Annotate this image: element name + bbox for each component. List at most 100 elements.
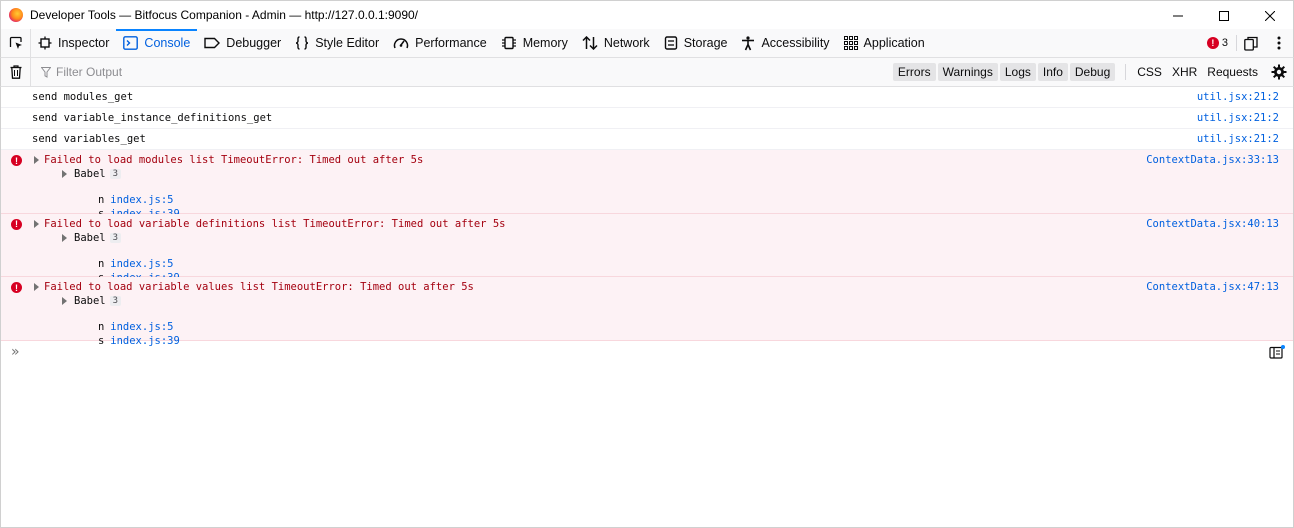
tab-storage[interactable]: Storage	[657, 29, 735, 57]
frame-group-name: Babel	[74, 295, 106, 307]
message-text: Failed to load modules list TimeoutError…	[44, 154, 424, 166]
style-editor-icon	[296, 36, 309, 50]
filter-requests-button[interactable]: Requests	[1202, 63, 1263, 81]
filter-errors-button[interactable]: Errors	[892, 63, 936, 81]
performance-icon	[393, 38, 409, 49]
kebab-menu-icon	[1277, 36, 1281, 50]
tab-performance[interactable]: Performance	[386, 29, 494, 57]
expand-arrow-icon[interactable]	[34, 219, 39, 228]
expand-arrow-icon	[62, 170, 67, 178]
error-message: ! Failed to load variable definitions li…	[1, 213, 1293, 284]
inspector-icon	[38, 36, 52, 50]
debugger-icon	[204, 37, 221, 49]
network-icon	[582, 36, 598, 50]
toolbox-tabbar: Inspector Console Debugger Style Editor …	[0, 29, 1294, 58]
window-titlebar: Developer Tools — Bitfocus Companion - A…	[0, 0, 1294, 29]
message-location-link[interactable]: util.jsx:21:2	[1197, 133, 1279, 145]
window-title: Developer Tools — Bitfocus Companion - A…	[30, 8, 418, 22]
frame-group-name: Babel	[74, 168, 106, 180]
error-count: 3	[1221, 37, 1228, 49]
element-picker-button[interactable]	[1, 29, 31, 57]
tab-application[interactable]: Application	[837, 29, 932, 57]
filter-warnings-button[interactable]: Warnings	[937, 63, 998, 81]
filter-info-button[interactable]: Info	[1037, 63, 1068, 81]
editor-mode-toggle-icon[interactable]	[1269, 345, 1285, 359]
maximize-button[interactable]	[1201, 1, 1247, 30]
separate-window-icon	[1244, 36, 1258, 51]
console-output: send modules_get util.jsx:21:2 send vari…	[0, 87, 1294, 347]
console-input-row[interactable]: »	[0, 341, 1294, 365]
message-location-link[interactable]: util.jsx:21:2	[1197, 112, 1279, 124]
error-icon: !	[11, 155, 22, 166]
filter-xhr-button[interactable]: XHR	[1167, 63, 1202, 81]
element-picker-icon	[9, 36, 22, 49]
message-text: send modules_get	[32, 91, 134, 103]
frame-count-badge: 3	[109, 296, 122, 306]
tab-accessibility[interactable]: Accessibility	[734, 29, 836, 57]
log-message: send variables_get util.jsx:21:2	[1, 129, 1293, 150]
minimize-button[interactable]	[1155, 1, 1201, 30]
divider	[1125, 64, 1127, 80]
message-text: Failed to load variable values list Time…	[44, 281, 474, 293]
filter-logs-button[interactable]: Logs	[999, 63, 1036, 81]
message-text: send variables_get	[32, 133, 146, 145]
message-location-link[interactable]: util.jsx:21:2	[1197, 91, 1279, 103]
filter-debug-button[interactable]: Debug	[1069, 63, 1116, 81]
frame-count-badge: 3	[109, 169, 122, 179]
stack-frame-group[interactable]: Babel 3	[62, 231, 122, 244]
tab-style-editor[interactable]: Style Editor	[288, 29, 386, 57]
tab-inspector[interactable]: Inspector	[31, 29, 116, 57]
tab-label: Debugger	[226, 36, 282, 50]
trash-icon	[10, 65, 21, 79]
filter-icon	[41, 66, 51, 78]
stack-frame-group[interactable]: Babel 3	[62, 168, 122, 180]
log-message: send modules_get util.jsx:21:2	[1, 87, 1293, 108]
message-text: Failed to load variable definitions list…	[44, 217, 506, 230]
log-message: send variable_instance_definitions_get u…	[1, 108, 1293, 129]
expand-arrow-icon[interactable]	[34, 156, 39, 164]
tab-label: Inspector	[58, 36, 110, 50]
firefox-logo-icon	[9, 8, 23, 22]
tab-console[interactable]: Console	[116, 29, 198, 57]
filter-input[interactable]	[56, 65, 356, 79]
tab-label: Console	[144, 36, 191, 50]
more-options-button[interactable]	[1265, 29, 1293, 57]
close-button[interactable]	[1247, 1, 1293, 30]
accessibility-icon	[742, 35, 755, 50]
console-empty-area[interactable]	[0, 365, 1294, 528]
expand-arrow-icon	[62, 297, 67, 305]
clear-console-button[interactable]	[1, 58, 31, 86]
console-settings-button[interactable]	[1265, 58, 1293, 86]
error-count-button[interactable]: ! 3	[1199, 37, 1236, 49]
message-location-link[interactable]: ContextData.jsx:40:13	[1146, 218, 1279, 230]
toolbox-controls: ! 3	[1199, 29, 1293, 57]
memory-icon	[501, 36, 516, 50]
tab-label: Storage	[683, 36, 728, 50]
log-level-filters: Errors Warnings Logs Info Debug CSS XHR …	[892, 58, 1263, 86]
console-toolbar: Errors Warnings Logs Info Debug CSS XHR …	[0, 58, 1294, 87]
tab-label: Accessibility	[761, 36, 830, 50]
close-icon	[1265, 10, 1275, 21]
frame-count-badge: 3	[109, 232, 122, 243]
frame-group-name: Babel	[74, 231, 106, 244]
maximize-icon	[1219, 10, 1229, 21]
message-location-link[interactable]: ContextData.jsx:47:13	[1146, 281, 1279, 293]
tab-network[interactable]: Network	[575, 29, 657, 57]
error-message: ! Failed to load variable values list Ti…	[1, 277, 1293, 347]
filter-box	[31, 58, 893, 86]
expand-arrow-icon[interactable]	[34, 283, 39, 291]
console-icon	[123, 36, 139, 50]
error-icon: !	[11, 218, 22, 230]
tab-label: Application	[863, 36, 925, 50]
tab-debugger[interactable]: Debugger	[197, 29, 288, 57]
error-icon: !	[1206, 37, 1219, 49]
gear-icon	[1271, 64, 1287, 80]
stack-frame-group[interactable]: Babel 3	[62, 295, 122, 307]
filter-css-button[interactable]: CSS	[1132, 63, 1167, 81]
dock-options-button[interactable]	[1237, 29, 1265, 57]
minimize-icon	[1173, 15, 1183, 16]
window-controls	[1155, 1, 1293, 30]
storage-icon	[664, 36, 677, 50]
tab-memory[interactable]: Memory	[494, 29, 575, 57]
message-location-link[interactable]: ContextData.jsx:33:13	[1146, 154, 1279, 166]
